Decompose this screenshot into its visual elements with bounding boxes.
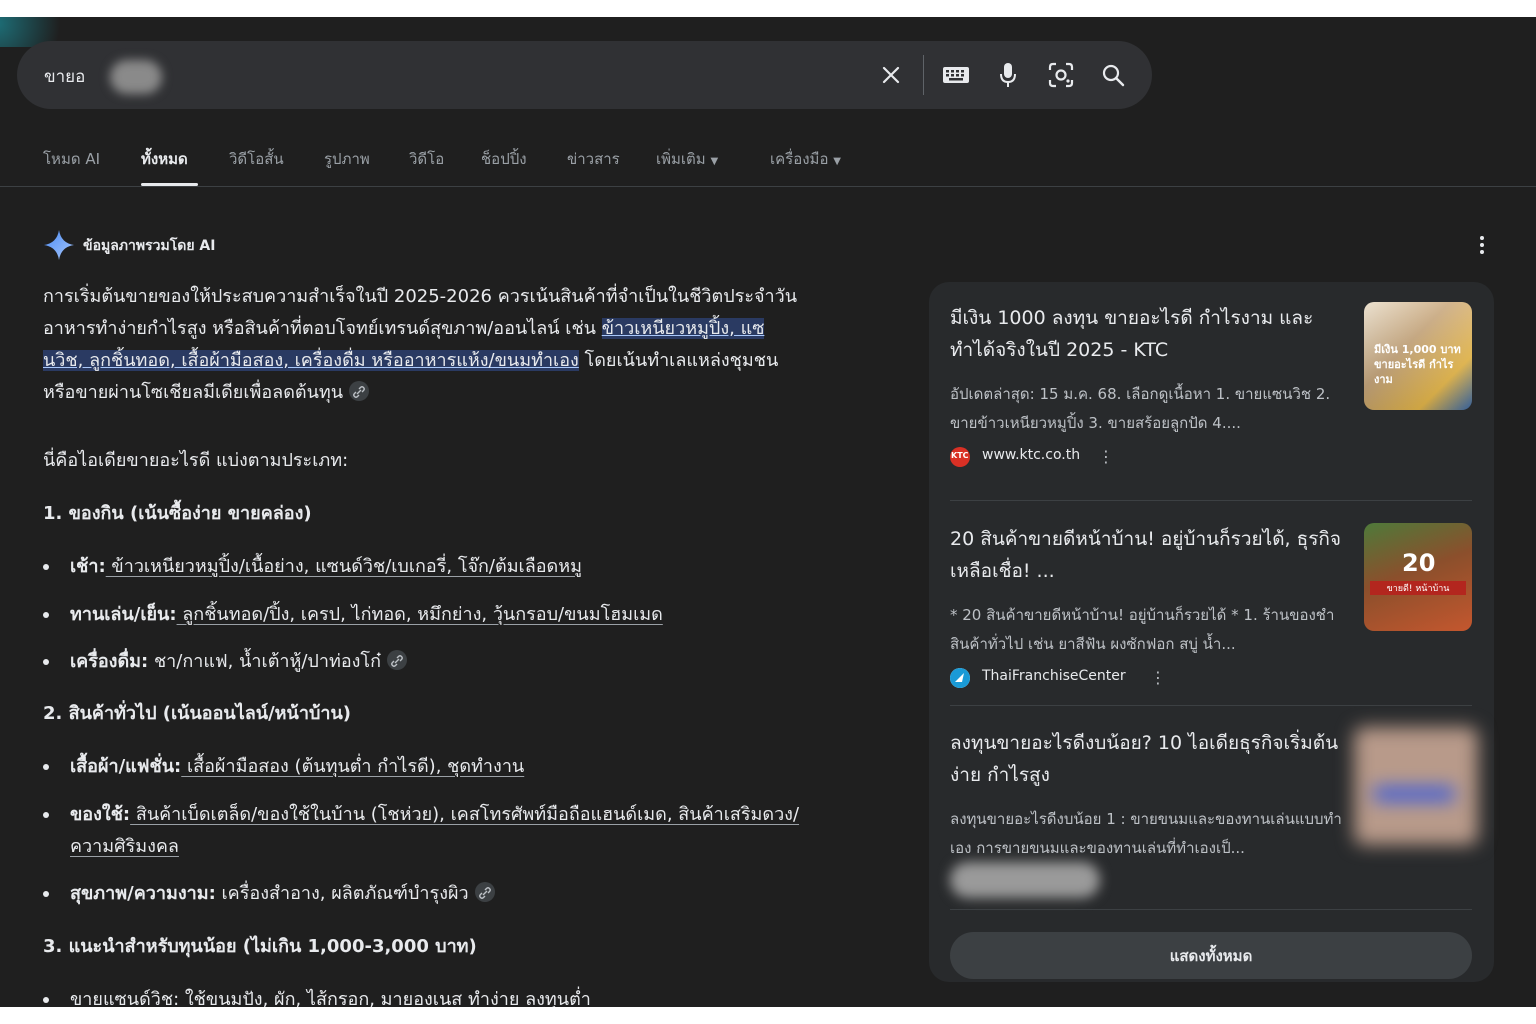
source-title[interactable]: 20 สินค้าขายดีหน้าบ้าน! อยู่บ้านก็รวยได้… — [950, 523, 1350, 587]
bullet-dot — [43, 612, 49, 618]
bullet-text: เครื่องสำอาง, ผลิตภัณฑ์บำรุงผิว — [215, 883, 469, 904]
tab-short-videos[interactable]: วิดีโอสั้น — [229, 147, 284, 171]
tab-news[interactable]: ข่าวสาร — [567, 147, 620, 171]
bullet-text-cont[interactable]: ความศิริมงคล — [70, 836, 179, 857]
source-title[interactable]: มีเงิน 1000 ลงทุน ขายอะไรดี กำไรงาม และท… — [950, 302, 1350, 366]
more-vert-icon[interactable]: ⋮ — [1150, 668, 1166, 687]
bullet-dot — [43, 812, 49, 818]
section-heading: 1. ของกิน (เน้นซื้อง่าย ขายคล่อง) — [43, 503, 312, 524]
source-snippet: อัปเดตล่าสุด: 15 ม.ค. 68. เลือกดูเนื้อหา… — [950, 385, 1331, 432]
highlighted-link[interactable]: นวิช, ลูกชิ้นทอด, เสื้อผ้ามือสอง, เครื่อ… — [43, 350, 579, 371]
bullet-text[interactable]: สินค้าเบ็ดเตล็ด/ของใช้ในบ้าน (โชห่วย), เ… — [130, 804, 799, 825]
thumbnail-number: 20 — [1402, 549, 1436, 577]
link-icon[interactable] — [474, 882, 495, 902]
source-snippet: * 20 สินค้าขายดีหน้าบ้าน! อยู่บ้านก็รวยไ… — [950, 606, 1335, 653]
card-divider — [950, 500, 1472, 501]
bullet-label: เสื้อผ้า/แฟชั่น: — [70, 756, 182, 777]
more-vert-icon[interactable]: ⋮ — [1098, 447, 1114, 466]
bullet-text: ชา/กาแฟ, น้ำเต้าหู้/ปาท่องโก๋ — [148, 651, 381, 672]
redacted-query-blur — [110, 60, 162, 94]
tab-more[interactable]: เพิ่มเติม ▼ — [656, 147, 718, 171]
search-results-page: ขายอ โหมด AI ทั้งหมด วิดีโอสั้น รูปภาพ ว… — [0, 17, 1536, 1007]
redacted-thumbnail — [1354, 727, 1478, 845]
bullet-dot — [43, 764, 49, 770]
ai-overview-body: การเริ่มต้นขายของให้ประสบความสำเร็จในปี … — [43, 281, 893, 1007]
search-icon[interactable] — [1099, 61, 1127, 89]
tabs-divider — [0, 186, 1536, 187]
intro-line: โดยเน้นทำเลแหล่งชุมชน — [578, 350, 779, 371]
source-card[interactable]: ลงทุนขายอะไรดีงบน้อย? 10 ไอเดียธุรกิจเริ… — [950, 727, 1478, 917]
keyboard-icon[interactable] — [942, 61, 970, 89]
bullet-label[interactable]: ขายแซนด์วิช — [70, 989, 173, 1007]
section-heading: 2. สินค้าทั่วไป (เน้นออนไลน์/หน้าบ้าน) — [43, 703, 352, 724]
bullet-label: ทานเล่น/เย็น: — [70, 604, 177, 625]
site-name: www.ktc.co.th — [982, 447, 1081, 463]
bullet-label: เช้า: — [70, 556, 106, 577]
chevron-down-icon: ▼ — [833, 156, 841, 167]
thumbnail-caption: ขายดี! หน้าบ้าน — [1370, 581, 1466, 595]
thumbnail-text: มีเงิน 1,000 บาท ขายอะไรดี กำไรงาม — [1374, 343, 1461, 386]
bullet-text[interactable]: ข้าวเหนียวหมูปิ้ง/เนื้อย่าง, แซนด์วิช/เบ… — [106, 556, 582, 577]
highlighted-link[interactable]: ข้าวเหนียวหมูปิ้ง, แซ — [601, 318, 765, 339]
source-card[interactable]: มีเงิน 1000 ลงทุน ขายอะไรดี กำไรงาม และท… — [950, 302, 1474, 482]
ai-overview-label: ข้อมูลภาพรวมโดย AI — [83, 238, 216, 254]
tab-tools-label: เครื่องมือ — [770, 150, 829, 168]
intro-line: อาหารทำง่ายกำไรสูง หรือสินค้าที่ตอบโจทย์… — [43, 318, 602, 339]
mic-icon[interactable] — [994, 61, 1022, 89]
tab-shopping[interactable]: ช็อปปิ้ง — [481, 147, 527, 171]
more-vert-icon[interactable] — [1472, 233, 1492, 257]
tab-tools[interactable]: เครื่องมือ ▼ — [770, 147, 841, 171]
thumbnail-blue-band — [1374, 787, 1454, 801]
bullet-dot — [43, 659, 49, 665]
lens-icon[interactable] — [1047, 61, 1075, 89]
card-divider — [950, 705, 1472, 706]
intro-line: หรือขายผ่านโซเชียลมีเดียเพื่อลดต้นทุน — [43, 382, 344, 403]
searchbar-divider — [923, 55, 924, 95]
tab-ai-mode[interactable]: โหมด AI — [43, 147, 100, 171]
bullet-dot — [43, 564, 49, 570]
source-snippet: ลงทุนขายอะไรดีงบน้อย 1 : ขายขนมและของทาน… — [950, 810, 1342, 857]
site-name: ThaiFranchiseCenter — [982, 668, 1126, 684]
link-icon[interactable] — [386, 650, 407, 670]
bullet-text[interactable]: ลูกชิ้นทอด/ปิ้ง, เครป, ไก่ทอด, หมึกย่าง,… — [177, 604, 663, 625]
source-thumbnail: มีเงิน 1,000 บาท ขายอะไรดี กำไรงาม — [1364, 302, 1472, 410]
card-divider — [950, 909, 1472, 910]
bullet-label: สุขภาพ/ความงาม: — [70, 883, 216, 904]
ai-overview-intro: การเริ่มต้นขายของให้ประสบความสำเร็จในปี … — [43, 281, 893, 409]
ideas-intro: นี่คือไอเดียขายอะไรดี แบ่งตามประเภท: — [43, 450, 349, 471]
source-title[interactable]: ลงทุนขายอะไรดีงบน้อย? 10 ไอเดียธุรกิจเริ… — [950, 727, 1350, 791]
tab-all[interactable]: ทั้งหมด — [141, 147, 188, 171]
redacted-source-blur — [950, 862, 1100, 898]
tab-images[interactable]: รูปภาพ — [324, 147, 370, 171]
bullet-text: : ใช้ขนมปัง, ผัก, ไส้กรอก, มายองเนส ทำง่… — [173, 989, 591, 1007]
bullet-label: เครื่องดื่ม: — [70, 651, 149, 672]
tab-videos[interactable]: วิดีโอ — [409, 147, 444, 171]
intro-line: การเริ่มต้นขายของให้ประสบความสำเร็จในปี … — [43, 286, 798, 307]
source-thumbnail: 20 ขายดี! หน้าบ้าน — [1364, 523, 1472, 631]
section-heading: 3. แนะนำสำหรับทุนน้อย (ไม่เกิน 1,000-3,0… — [43, 936, 477, 957]
source-card[interactable]: 20 สินค้าขายดีหน้าบ้าน! อยู่บ้านก็รวยได้… — [950, 523, 1474, 703]
sources-panel: มีเงิน 1000 ลงทุน ขายอะไรดี กำไรงาม และท… — [929, 282, 1494, 982]
thaifranchise-favicon-icon — [950, 668, 970, 688]
ktc-favicon-icon: KTC — [950, 447, 970, 467]
bullet-dot — [43, 891, 49, 897]
bullet-text[interactable]: เสื้อผ้ามือสอง (ต้นทุนต่ำ กำไรดี), ชุดทำ… — [181, 756, 524, 777]
bullet-label: ของใช้: — [70, 804, 131, 825]
search-query-text[interactable]: ขายอ — [44, 63, 85, 90]
search-bar[interactable]: ขายอ — [17, 41, 1152, 109]
bullet-dot — [43, 997, 49, 1003]
link-icon[interactable] — [349, 381, 370, 401]
close-icon[interactable] — [877, 61, 905, 89]
favicon-text: KTC — [951, 451, 969, 460]
show-all-button[interactable]: แสดงทั้งหมด — [950, 932, 1472, 979]
sparkle-icon — [43, 229, 75, 265]
chevron-down-icon: ▼ — [710, 156, 719, 167]
tab-more-label: เพิ่มเติม — [656, 150, 706, 168]
